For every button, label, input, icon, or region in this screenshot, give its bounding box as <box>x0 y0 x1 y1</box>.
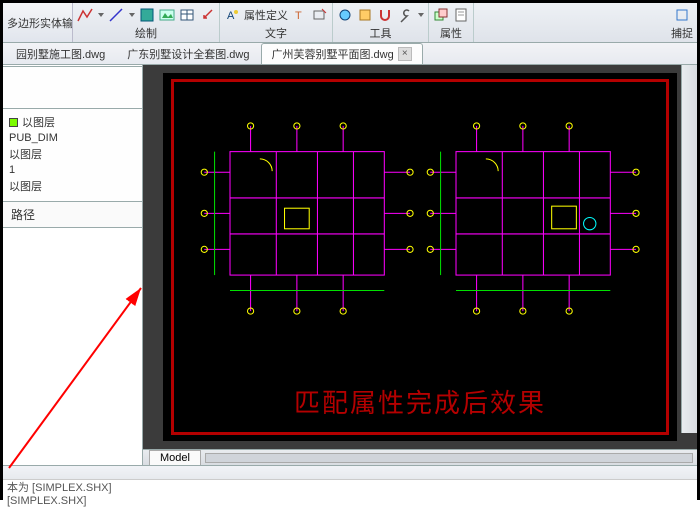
highlight-box: 匹配属性完成后效果 <box>171 79 669 435</box>
block-icon[interactable] <box>433 7 449 23</box>
ribbon-group-tools: 工具 <box>333 3 429 42</box>
line-icon[interactable] <box>108 7 124 23</box>
attr-def-icon[interactable]: A <box>224 7 240 23</box>
ribbon-left-label: 多边形实体输入 <box>3 3 73 42</box>
highlight-caption: 匹配属性完成后效果 <box>174 383 666 420</box>
ribbon-group-text: A 属性定义 T 文字 <box>220 3 333 42</box>
layer-name: 以图层 <box>9 146 42 162</box>
ribbon-group-label: 属性 <box>440 27 462 41</box>
ribbon: 多边形实体输入 绘制 A 属性定义 T 文字 <box>3 3 697 43</box>
edit-text-icon[interactable] <box>312 7 328 23</box>
side-panel: 以图层 PUB_DIM 以图层 1 以图层 路径 <box>3 65 143 465</box>
layer-row[interactable]: 以图层 <box>7 177 142 195</box>
arrow-icon[interactable] <box>199 7 215 23</box>
log-line: 本为 [SIMPLEX.SHX] <box>7 482 693 495</box>
model-tab[interactable]: Model <box>149 450 201 465</box>
floor-plan <box>194 110 420 327</box>
magnet-icon[interactable] <box>377 7 393 23</box>
tool2-icon[interactable] <box>357 7 373 23</box>
tab-label: 园别墅施工图.dwg <box>16 46 105 62</box>
hatch-icon[interactable] <box>139 7 155 23</box>
layer-swatch <box>9 118 18 127</box>
snap-icon[interactable] <box>674 7 690 23</box>
chevron-down-icon[interactable] <box>129 13 135 17</box>
layer-row[interactable]: 1 <box>7 163 142 177</box>
chevron-down-icon[interactable] <box>418 13 424 17</box>
props-icon[interactable] <box>453 7 469 23</box>
drawing-canvas[interactable]: 匹配属性完成后效果 <box>163 73 677 441</box>
tab-doc[interactable]: 广东别墅设计全套图.dwg <box>116 43 260 64</box>
ribbon-group-label: 文字 <box>265 27 287 41</box>
layer-name: PUB_DIM <box>9 132 58 144</box>
layer-name: 以图层 <box>22 114 55 130</box>
tool1-icon[interactable] <box>337 7 353 23</box>
horizontal-scrollbar[interactable]: Model <box>143 449 697 465</box>
picture-icon[interactable] <box>159 7 175 23</box>
wrench-icon[interactable] <box>397 7 413 23</box>
chevron-down-icon[interactable] <box>98 13 104 17</box>
command-bar[interactable] <box>3 465 697 479</box>
vertical-scrollbar[interactable] <box>681 65 697 433</box>
path-header: 路径 <box>3 201 142 228</box>
tab-label: 广州芙蓉别墅平面图.dwg <box>272 46 394 62</box>
ribbon-group-label: 捕捉 <box>671 27 693 41</box>
layer-row[interactable]: PUB_DIM <box>7 131 142 145</box>
layer-name: 1 <box>9 164 15 176</box>
workspace: 匹配属性完成后效果 Model <box>143 65 697 465</box>
ribbon-group-props: 属性 <box>429 3 474 42</box>
ribbon-group-label: 绘制 <box>135 27 157 41</box>
svg-text:T: T <box>295 10 302 22</box>
polyline-icon[interactable] <box>77 7 93 23</box>
document-tabs: 园别墅施工图.dwg 广东别墅设计全套图.dwg 广州芙蓉别墅平面图.dwg × <box>3 43 697 65</box>
command-log: 本为 [SIMPLEX.SHX] [SIMPLEX.SHX] <box>3 479 697 509</box>
tab-doc[interactable]: 园别墅施工图.dwg <box>5 43 116 64</box>
text-icon[interactable]: T <box>292 7 308 23</box>
close-icon[interactable]: × <box>398 47 412 61</box>
ribbon-group-label: 工具 <box>370 27 392 41</box>
svg-text:A: A <box>227 10 235 22</box>
layer-name: 以图层 <box>9 178 42 194</box>
scroll-track[interactable] <box>205 453 693 463</box>
ribbon-group-draw: 绘制 <box>73 3 220 42</box>
floor-plan <box>420 110 646 327</box>
path-body <box>3 228 142 465</box>
layer-list: 以图层 PUB_DIM 以图层 1 以图层 <box>3 109 142 195</box>
tab-doc-active[interactable]: 广州芙蓉别墅平面图.dwg × <box>261 43 423 64</box>
ribbon-group-snap: 捕捉 <box>667 3 697 42</box>
log-line: [SIMPLEX.SHX] <box>7 495 693 508</box>
layer-row[interactable]: 以图层 <box>7 145 142 163</box>
layer-row[interactable]: 以图层 <box>7 113 142 131</box>
table-icon[interactable] <box>179 7 195 23</box>
attr-def-label: 属性定义 <box>244 7 288 23</box>
tab-label: 广东别墅设计全套图.dwg <box>127 46 249 62</box>
